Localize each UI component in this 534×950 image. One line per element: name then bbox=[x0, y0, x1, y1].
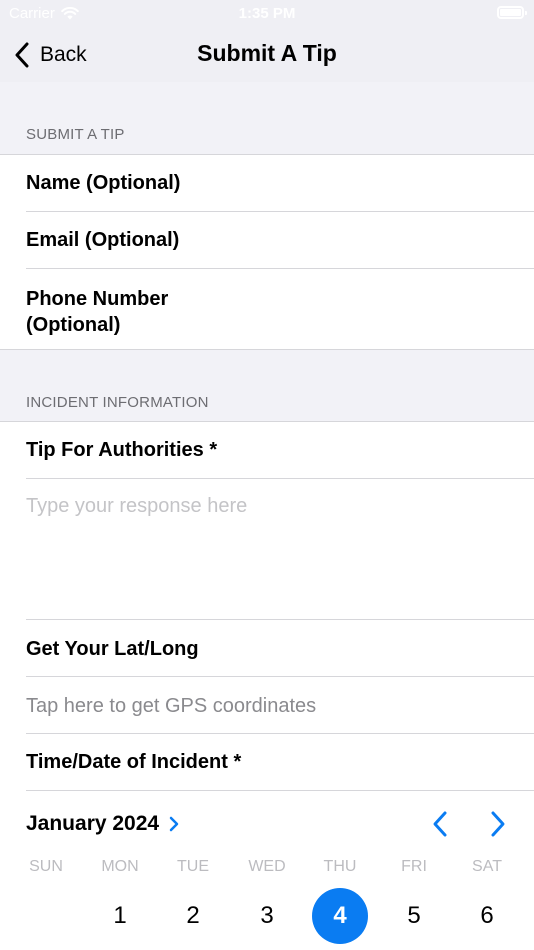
calendar-day-selected[interactable]: 4 bbox=[312, 888, 368, 944]
month-picker-button[interactable]: January 2024 bbox=[26, 812, 179, 836]
weekday-label: FRI bbox=[401, 858, 427, 875]
chevron-right-icon bbox=[491, 811, 505, 837]
phone-field-label-line2: (Optional) bbox=[26, 314, 121, 336]
divider bbox=[26, 478, 534, 479]
email-field[interactable]: Email (Optional) bbox=[26, 229, 534, 252]
navigation-bar: Back Submit A Tip bbox=[0, 28, 534, 82]
calendar-day[interactable]: 6 bbox=[459, 888, 515, 944]
calendar-day[interactable]: 2 bbox=[165, 888, 221, 944]
calendar-day[interactable]: 3 bbox=[239, 888, 295, 944]
tip-label: Tip For Authorities * bbox=[26, 439, 218, 461]
latlong-label: Get Your Lat/Long bbox=[26, 638, 199, 660]
month-label: January 2024 bbox=[26, 812, 160, 835]
datetime-label: Time/Date of Incident * bbox=[26, 751, 242, 773]
gps-coordinates-button[interactable]: Tap here to get GPS coordinates bbox=[26, 695, 316, 718]
weekday-label: SUN bbox=[29, 858, 63, 875]
divider bbox=[26, 268, 534, 269]
tip-response-input[interactable]: Type your response here bbox=[26, 495, 247, 518]
section-header-incident: INCIDENT INFORMATION bbox=[26, 394, 209, 411]
phone-field[interactable]: Phone Number (Optional) bbox=[26, 286, 534, 338]
chevron-left-icon bbox=[433, 811, 447, 837]
weekday-label: TUE bbox=[177, 858, 209, 875]
submit-tip-group: Name (Optional) Email (Optional) Phone N… bbox=[0, 154, 534, 350]
chevron-right-icon bbox=[169, 816, 179, 832]
calendar-day[interactable]: 1 bbox=[92, 888, 148, 944]
divider bbox=[26, 790, 534, 791]
weekday-label: THU bbox=[323, 858, 357, 875]
divider bbox=[26, 619, 534, 620]
section-header-submit: SUBMIT A TIP bbox=[26, 126, 125, 143]
calendar-day[interactable]: 5 bbox=[386, 888, 442, 944]
page-title: Submit A Tip bbox=[197, 40, 337, 66]
divider bbox=[26, 733, 534, 734]
weekday-label: SAT bbox=[472, 858, 502, 875]
weekday-label: MON bbox=[101, 858, 139, 875]
divider bbox=[26, 676, 534, 677]
divider bbox=[26, 211, 534, 212]
battery-icon bbox=[497, 6, 527, 19]
weekday-label: WED bbox=[248, 858, 286, 875]
next-month-button[interactable] bbox=[488, 810, 508, 843]
previous-month-button[interactable] bbox=[430, 810, 450, 843]
status-bar: Carrier 1:35 PM bbox=[0, 0, 534, 28]
name-field[interactable]: Name (Optional) bbox=[26, 172, 534, 195]
status-time: 1:35 PM bbox=[238, 5, 296, 22]
phone-field-label-line1: Phone Number bbox=[26, 288, 169, 310]
